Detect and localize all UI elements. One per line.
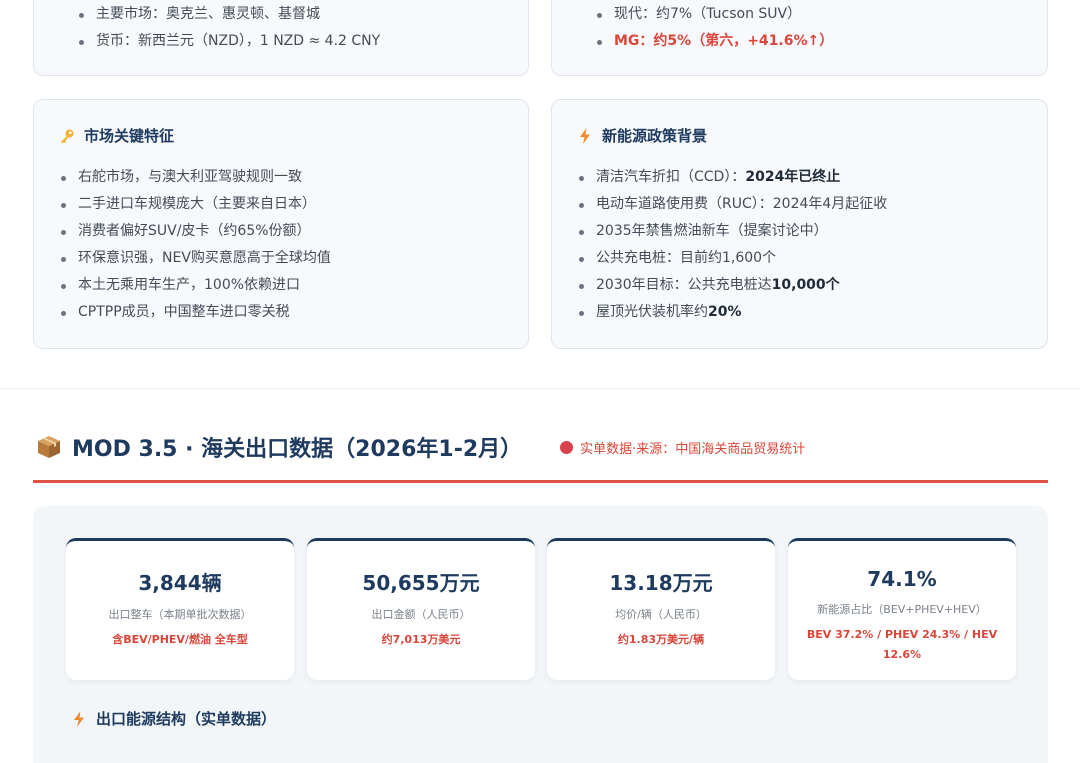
list-item: 主要市场：奥克兰、惠灵顿、基督城 <box>76 1 380 28</box>
stat-value: 3,844辆 <box>138 571 222 595</box>
list-item: 二手进口车规模庞大（主要来自日本） <box>58 191 331 218</box>
key-icon <box>58 127 76 145</box>
nev-policy-title-text: 新能源政策背景 <box>602 127 708 145</box>
energy-structure-title-text: 出口能源结构（实单数据） <box>96 710 277 728</box>
list-item: 2030年目标：公共充电桩达10,000个 <box>576 272 887 299</box>
stat-sub: 约7,013万美元 <box>381 633 461 646</box>
market-overview-card: 主要市场：奥克兰、惠灵顿、基督城 货币：新西兰元（NZD），1 NZD ≈ 4.… <box>33 0 529 76</box>
market-features-list: 右舵市场，与澳大利亚驾驶规则一致 二手进口车规模庞大（主要来自日本） 消费者偏好… <box>58 164 331 326</box>
list-item: 电动车道路使用费（RUC）：2024年4月起征收 <box>576 191 887 218</box>
nev-policy-title: 新能源政策背景 <box>576 125 707 146</box>
brand-share-card: 现代：约7%（Tucson SUV） MG：约5%（第六，+41.6%↑） <box>551 0 1048 76</box>
section-header: MOD 3.5 · 海关出口数据（2026年1-2月） 实单数据·来源：中国海关… <box>36 431 805 463</box>
list-item: 2035年禁售燃油新车（提案讨论中） <box>576 218 887 245</box>
stat-label: 均价/辆（人民币） <box>615 608 707 621</box>
data-source-note: 实单数据·来源：中国海关商品贸易统计 <box>560 438 805 457</box>
stat-card-vehicles: 3,844辆 出口整车（本期单批次数据） 含BEV/PHEV/燃油 全车型 <box>66 538 294 680</box>
brand-share-list: 现代：约7%（Tucson SUV） MG：约5%（第六，+41.6%↑） <box>594 1 833 55</box>
lightning-icon <box>576 127 594 145</box>
list-item: 消费者偏好SUV/皮卡（约65%份额） <box>58 218 331 245</box>
package-icon <box>36 434 62 460</box>
stat-value: 13.18万元 <box>609 571 713 595</box>
stat-card-avg-price: 13.18万元 均价/辆（人民币） 约1.83万美元/辆 <box>547 538 775 680</box>
stat-value: 50,655万元 <box>362 571 480 595</box>
list-item: 现代：约7%（Tucson SUV） <box>594 1 833 28</box>
market-features-card: 市场关键特征 右舵市场，与澳大利亚驾驶规则一致 二手进口车规模庞大（主要来自日本… <box>33 99 529 349</box>
nev-policy-list: 清洁汽车折扣（CCD）：2024年已终止 电动车道路使用费（RUC）：2024年… <box>576 164 887 326</box>
list-item: 环保意识强，NEV购买意愿高于全球均值 <box>58 245 331 272</box>
stat-value: 74.1% <box>867 567 937 591</box>
list-item: 右舵市场，与澳大利亚驾驶规则一致 <box>58 164 331 191</box>
stat-label: 新能源占比（BEV+PHEV+HEV） <box>817 603 987 616</box>
stat-card-amount: 50,655万元 出口金额（人民币） 约7,013万美元 <box>307 538 535 680</box>
red-dot-icon <box>560 440 574 454</box>
stat-label: 出口金额（人民币） <box>371 608 471 621</box>
list-item: 公共充电桩：目前约1,600个 <box>576 245 887 272</box>
nev-policy-card: 新能源政策背景 清洁汽车折扣（CCD）：2024年已终止 电动车道路使用费（RU… <box>551 99 1048 349</box>
section-title: MOD 3.5 · 海关出口数据（2026年1-2月） <box>72 437 523 462</box>
section-divider <box>0 388 1080 389</box>
energy-structure-title: 出口能源结构（实单数据） <box>70 708 276 729</box>
lightning-icon <box>70 710 88 728</box>
market-features-title-text: 市场关键特征 <box>84 127 175 145</box>
stat-sub: 约1.83万美元/辆 <box>617 633 705 646</box>
market-overview-list: 主要市场：奥克兰、惠灵顿、基督城 货币：新西兰元（NZD），1 NZD ≈ 4.… <box>76 1 380 55</box>
section-underline <box>33 480 1048 483</box>
list-item: 清洁汽车折扣（CCD）：2024年已终止 <box>576 164 887 191</box>
list-item: 屋顶光伏装机率约20% <box>576 299 887 326</box>
data-source-text: 实单数据·来源：中国海关商品贸易统计 <box>580 441 806 457</box>
list-item-highlight: MG：约5%（第六，+41.6%↑） <box>594 28 833 55</box>
list-item: 本土无乘用车生产，100%依赖进口 <box>58 272 331 299</box>
stat-sub: BEV 37.2% / PHEV 24.3% / HEV 12.6% <box>806 628 998 661</box>
market-features-title: 市场关键特征 <box>58 125 174 146</box>
list-item: 货币：新西兰元（NZD），1 NZD ≈ 4.2 CNY <box>76 28 380 55</box>
stat-sub: 含BEV/PHEV/燃油 全车型 <box>112 633 248 646</box>
stat-label: 出口整车（本期单批次数据） <box>108 608 252 621</box>
stat-card-nev-share: 74.1% 新能源占比（BEV+PHEV+HEV） BEV 37.2% / PH… <box>788 538 1016 680</box>
list-item: CPTPP成员，中国整车进口零关税 <box>58 299 331 326</box>
